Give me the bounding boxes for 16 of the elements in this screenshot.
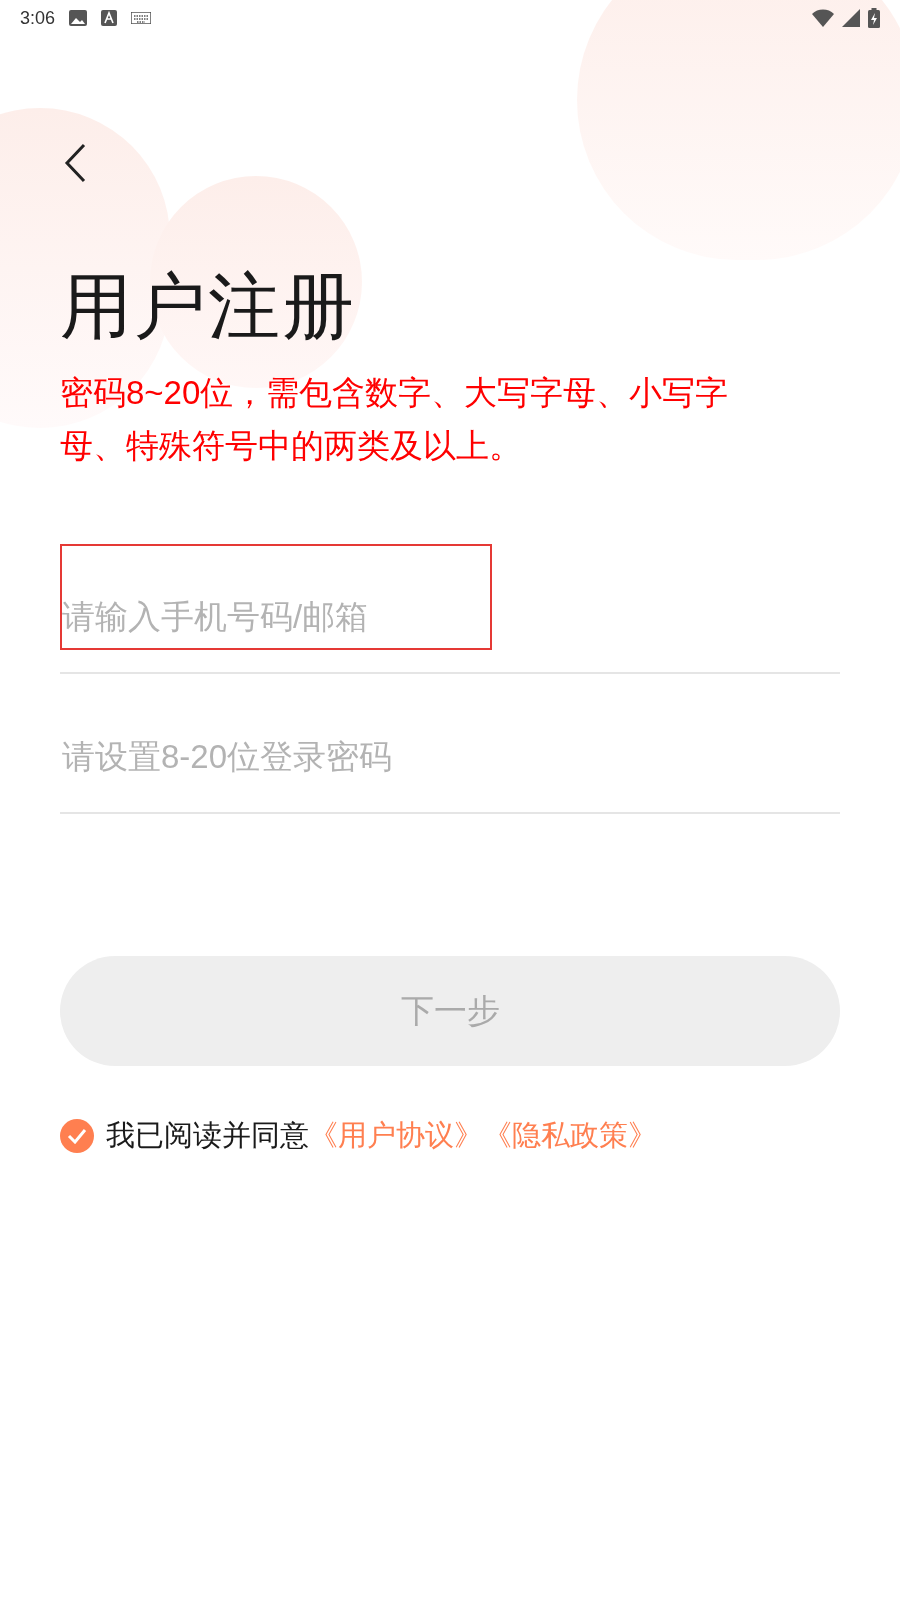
agreement-link[interactable]: 《用户协议》	[309, 1114, 483, 1158]
page-title: 用户注册	[60, 265, 357, 348]
status-time: 3:06	[20, 6, 56, 30]
password-hint: 密码8~20位，需包含数字、大写字母、小写字母、特殊符号中的两类及以上。	[60, 373, 730, 466]
image-icon	[69, 10, 88, 26]
input-field[interactable]: 请设置8-20位登录密码	[60, 684, 492, 790]
agree-checkbox[interactable]	[60, 1118, 94, 1153]
battery-charging-icon	[868, 8, 880, 28]
agreement-link[interactable]: 《隐私政策》	[483, 1114, 657, 1158]
input-field[interactable]: 请输入手机号码/邮箱	[60, 544, 492, 650]
font-icon	[101, 10, 118, 26]
wifi-icon	[812, 9, 834, 27]
signal-icon	[842, 9, 860, 27]
agreement-text: 我已阅读并同意	[106, 1118, 309, 1153]
keyboard-icon	[131, 12, 152, 24]
check-icon	[67, 1127, 87, 1144]
